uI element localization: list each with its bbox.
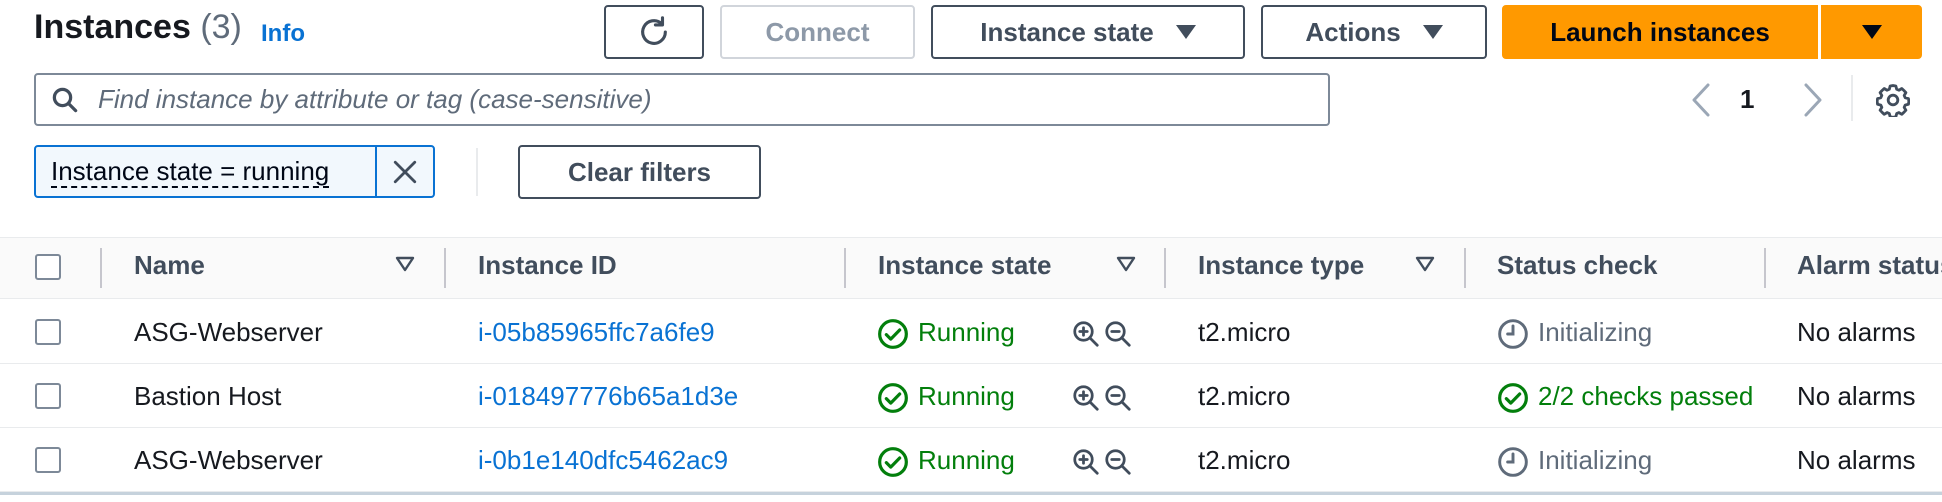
- pagination-divider: [1851, 75, 1853, 121]
- actions-button-label: Actions: [1305, 16, 1401, 47]
- row-checkbox[interactable]: [35, 447, 61, 473]
- page-title-text: Instances: [34, 8, 191, 46]
- table-bottom-border: [0, 492, 1942, 495]
- success-status-icon: [878, 319, 908, 349]
- caret-down-icon: [1861, 25, 1882, 39]
- refresh-icon: [641, 16, 667, 45]
- column-header-instance-id[interactable]: Instance ID: [478, 250, 617, 281]
- row-checkbox[interactable]: [35, 319, 61, 345]
- launch-instances-button[interactable]: Launch instances: [1502, 5, 1818, 59]
- zoom-out-icon[interactable]: [1103, 319, 1133, 349]
- actions-button[interactable]: Actions: [1261, 5, 1487, 59]
- pending-clock-icon: [1498, 319, 1528, 349]
- zoom-in-icon[interactable]: [1071, 447, 1101, 477]
- column-divider: [100, 248, 102, 288]
- page-title: Instances (3): [34, 8, 242, 47]
- caret-down-icon: [1422, 25, 1443, 39]
- instance-state-button-label: Instance state: [980, 16, 1154, 47]
- sort-icon[interactable]: [1415, 256, 1435, 272]
- page-number-current[interactable]: 1: [1740, 84, 1754, 115]
- zoom-in-icon[interactable]: [1071, 383, 1101, 413]
- chevron-left-icon: [1692, 83, 1710, 117]
- info-link[interactable]: Info: [261, 20, 305, 48]
- filter-token-label[interactable]: Instance state = running: [36, 147, 375, 196]
- remove-filter-button[interactable]: [375, 147, 433, 196]
- instance-state-value: Running: [918, 317, 1015, 347]
- instance-id-link[interactable]: i-018497776b65a1d3e: [478, 381, 738, 412]
- gear-icon: [1876, 84, 1910, 117]
- clear-filters-button[interactable]: Clear filters: [518, 145, 761, 199]
- sort-icon[interactable]: [1116, 256, 1136, 272]
- search-input[interactable]: [98, 84, 1248, 115]
- column-divider: [1464, 248, 1466, 288]
- alarm-status-value: No alarms: [1797, 381, 1916, 411]
- preferences-button[interactable]: [1872, 76, 1914, 124]
- success-status-icon: [878, 383, 908, 413]
- instance-name: ASG-Webserver: [134, 445, 323, 475]
- instance-state-button[interactable]: Instance state: [931, 5, 1245, 59]
- search-box[interactable]: [34, 73, 1330, 126]
- connect-button-label: Connect: [765, 16, 870, 47]
- instance-state-value: Running: [918, 445, 1015, 475]
- instance-type-value: t2.micro: [1198, 381, 1291, 411]
- caret-down-icon: [1175, 25, 1196, 39]
- instance-type-value: t2.micro: [1198, 317, 1291, 347]
- alarm-status-value: No alarms: [1797, 445, 1916, 475]
- filter-token: Instance state = running: [34, 145, 435, 198]
- column-header-name[interactable]: Name: [134, 250, 205, 281]
- filter-divider: [476, 148, 478, 196]
- column-header-instance-type[interactable]: Instance type: [1198, 250, 1364, 281]
- alarm-status-value: No alarms: [1797, 317, 1916, 347]
- column-header-status-check[interactable]: Status check: [1497, 250, 1657, 281]
- column-divider: [844, 248, 846, 288]
- instance-id-link[interactable]: i-0b1e140dfc5462ac9: [478, 445, 728, 476]
- close-icon: [393, 160, 417, 183]
- next-page-button[interactable]: [1798, 76, 1828, 124]
- refresh-button[interactable]: [604, 5, 704, 59]
- chevron-right-icon: [1804, 83, 1822, 117]
- launch-options-dropdown[interactable]: [1821, 5, 1922, 59]
- zoom-in-icon[interactable]: [1071, 319, 1101, 349]
- column-divider: [1764, 248, 1766, 288]
- column-header-instance-state[interactable]: Instance state: [878, 250, 1051, 281]
- pending-clock-icon: [1498, 447, 1528, 477]
- instance-id-link[interactable]: i-05b85965ffc7a6fe9: [478, 317, 715, 348]
- instance-state-value: Running: [918, 381, 1015, 411]
- success-status-icon: [1498, 383, 1528, 413]
- search-icon: [50, 85, 80, 115]
- success-status-icon: [878, 447, 908, 477]
- launch-instances-label: Launch instances: [1550, 16, 1770, 47]
- zoom-out-icon[interactable]: [1103, 447, 1133, 477]
- instance-type-value: t2.micro: [1198, 445, 1291, 475]
- status-check-value: 2/2 checks passed: [1538, 381, 1754, 411]
- column-header-alarm-status[interactable]: Alarm status: [1797, 250, 1942, 281]
- column-divider: [444, 248, 446, 288]
- select-all-checkbox[interactable]: [35, 254, 61, 280]
- status-check-value: Initializing: [1538, 445, 1653, 475]
- zoom-out-icon[interactable]: [1103, 383, 1133, 413]
- row-checkbox[interactable]: [35, 383, 61, 409]
- status-check-value: Initializing: [1538, 317, 1653, 347]
- previous-page-button[interactable]: [1686, 76, 1716, 124]
- clear-filters-label: Clear filters: [567, 156, 712, 187]
- sort-icon[interactable]: [395, 256, 415, 272]
- instance-count: (3): [200, 8, 242, 46]
- instance-name: Bastion Host: [134, 381, 282, 411]
- instance-name: ASG-Webserver: [134, 317, 323, 347]
- connect-button[interactable]: Connect: [720, 5, 915, 59]
- column-divider: [1164, 248, 1166, 288]
